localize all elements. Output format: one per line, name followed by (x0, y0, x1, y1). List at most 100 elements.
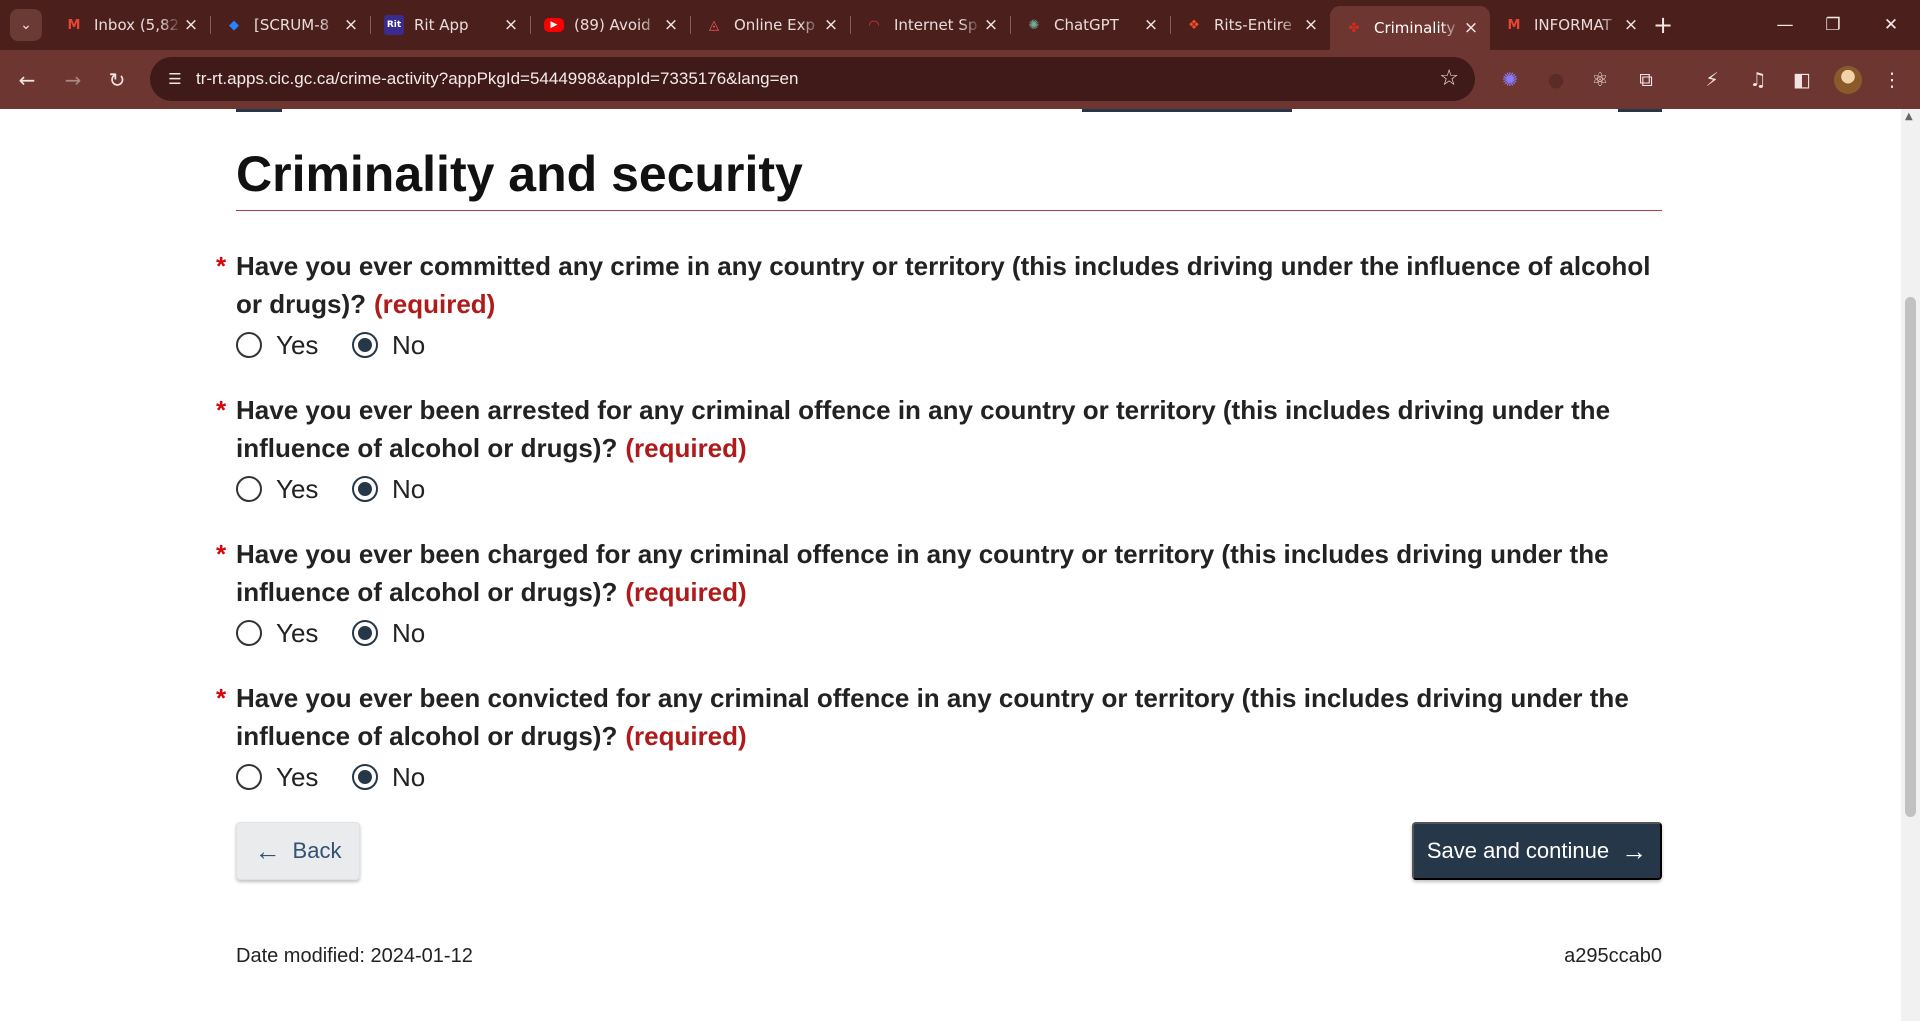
close-icon[interactable]: × (1462, 18, 1480, 38)
close-icon[interactable]: × (502, 15, 520, 35)
radio-yes[interactable]: Yes (236, 757, 318, 797)
extension-icon[interactable]: ✺ (1496, 66, 1524, 94)
chatgpt-icon: ✺ (1028, 17, 1040, 33)
plus-icon: + (1652, 11, 1674, 39)
page-title: Criminality and security (236, 146, 803, 202)
vertical-scrollbar[interactable]: ▲ (1901, 109, 1920, 1021)
tab-rit-app[interactable]: Rit Rit App × (370, 6, 530, 44)
address-bar[interactable]: ☰ tr-rt.apps.cic.gc.ca/crime-activity?ap… (150, 57, 1475, 101)
side-panel-icon[interactable]: ◧ (1788, 66, 1816, 94)
question-charged: * Have you ever been charged for any cri… (216, 535, 1666, 653)
youtube-icon: ▶ (544, 18, 564, 32)
tab-chatgpt[interactable]: ✺ ChatGPT × (1010, 6, 1170, 44)
close-icon[interactable]: × (342, 15, 360, 35)
required-tag: (required) (625, 433, 747, 463)
tab-speedtest[interactable]: ◠ Internet Sp × (850, 6, 1010, 44)
radio-group: Yes No (216, 757, 1666, 797)
radio-yes[interactable]: Yes (236, 469, 318, 509)
close-icon[interactable]: × (662, 15, 680, 35)
scroll-up-icon[interactable]: ▲ (1905, 111, 1913, 122)
back-nav-button[interactable]: ← (10, 63, 44, 97)
close-icon[interactable]: × (1622, 15, 1640, 35)
tab-youtube[interactable]: ▶ (89) Avoid × (530, 6, 690, 44)
menu-kebab-icon[interactable]: ⋮ (1878, 66, 1906, 94)
minimize-icon: — (1776, 15, 1794, 35)
tab-gmail-informat[interactable]: M INFORMAT × (1490, 6, 1650, 44)
required-tag: (required) (625, 721, 747, 751)
profile-avatar[interactable] (1834, 66, 1862, 94)
radio-button-selected[interactable] (352, 764, 378, 790)
radio-button[interactable] (236, 764, 262, 790)
radio-button[interactable] (236, 476, 262, 502)
tab-figma[interactable]: ❖ Rits-Entire × (1170, 6, 1330, 44)
radio-button[interactable] (236, 620, 262, 646)
tab-search-button[interactable]: ⌄ (10, 9, 42, 41)
arrow-left-icon: ← (18, 68, 36, 92)
radio-no[interactable]: No (352, 469, 425, 509)
back-button[interactable]: ← Back (236, 822, 360, 880)
close-icon[interactable]: × (982, 15, 1000, 35)
save-and-continue-button[interactable]: Save and continue → (1412, 822, 1662, 880)
chevron-down-icon: ⌄ (20, 17, 32, 33)
extensions-puzzle-icon[interactable]: ⧉ (1632, 66, 1660, 94)
question-convicted: * Have you ever been convicted for any c… (216, 679, 1666, 797)
tab-airbnb[interactable]: ◬ Online Exp × (690, 6, 850, 44)
forward-nav-button[interactable]: → (56, 63, 90, 97)
header-strip (1082, 109, 1292, 112)
bookmark-star-icon[interactable]: ☆ (1439, 66, 1459, 91)
reload-icon: ↻ (108, 68, 126, 92)
site-info-icon[interactable]: ☰ (164, 68, 186, 90)
radio-no[interactable]: No (352, 757, 425, 797)
arrow-right-icon: → (1621, 835, 1648, 866)
required-asterisk: * (216, 539, 227, 569)
gmail-icon: M (1507, 17, 1521, 33)
question-crime-committed: * Have you ever committed any crime in a… (216, 247, 1666, 365)
title-divider (236, 210, 1662, 211)
scrollbar-thumb[interactable] (1905, 297, 1916, 817)
build-id: a295ccab0 (1564, 945, 1662, 967)
radio-group: Yes No (216, 325, 1666, 365)
tab-gmail-inbox[interactable]: M Inbox (5,82 × (50, 6, 210, 44)
radio-button-selected[interactable] (352, 332, 378, 358)
required-tag: (required) (625, 577, 747, 607)
close-icon: ✕ (1883, 15, 1899, 35)
restore-button[interactable]: ❐ (1818, 10, 1848, 40)
maple-leaf-icon: ✤ (1348, 20, 1360, 36)
required-asterisk: * (216, 683, 227, 713)
tab-jira-scrum[interactable]: ◆ [SCRUM-8 × (210, 6, 370, 44)
required-asterisk: * (216, 251, 227, 281)
radio-no[interactable]: No (352, 613, 425, 653)
performance-icon[interactable]: ⚡ (1698, 66, 1726, 94)
new-tab-button[interactable]: + (1648, 10, 1678, 40)
gmail-icon: M (67, 17, 81, 33)
radio-no[interactable]: No (352, 325, 425, 365)
header-strip (236, 109, 282, 112)
question-label: * Have you ever been arrested for any cr… (216, 391, 1666, 467)
tab-criminality-active[interactable]: ✤ Criminality × (1330, 6, 1490, 50)
radio-group: Yes No (216, 613, 1666, 653)
close-icon[interactable]: × (822, 15, 840, 35)
media-control-icon[interactable]: ♫ (1744, 66, 1772, 94)
url-text[interactable]: tr-rt.apps.cic.gc.ca/crime-activity?appP… (196, 69, 798, 89)
browser-toolbar: ← → ↻ ☰ tr-rt.apps.cic.gc.ca/crime-activ… (0, 50, 1920, 109)
radio-button-selected[interactable] (352, 476, 378, 502)
radio-yes[interactable]: Yes (236, 613, 318, 653)
radio-group: Yes No (216, 469, 1666, 509)
close-icon[interactable]: × (1302, 15, 1320, 35)
arrow-left-icon: ← (254, 835, 281, 866)
close-icon[interactable]: × (1142, 15, 1160, 35)
close-window-button[interactable]: ✕ (1876, 10, 1906, 40)
rit-app-icon: Rit (384, 15, 404, 35)
radio-button[interactable] (236, 332, 262, 358)
react-devtools-icon[interactable]: ⚛ (1586, 66, 1614, 94)
extension-icon[interactable]: ● (1542, 66, 1570, 94)
minimize-button[interactable]: — (1770, 10, 1800, 40)
reload-button[interactable]: ↻ (100, 63, 134, 97)
question-label: * Have you ever been charged for any cri… (216, 535, 1666, 611)
radio-yes[interactable]: Yes (236, 325, 318, 365)
radio-button-selected[interactable] (352, 620, 378, 646)
close-icon[interactable]: × (182, 15, 200, 35)
header-strip (1618, 109, 1662, 112)
restore-icon: ❐ (1825, 15, 1841, 35)
date-modified: Date modified: 2024-01-12 (236, 945, 473, 967)
